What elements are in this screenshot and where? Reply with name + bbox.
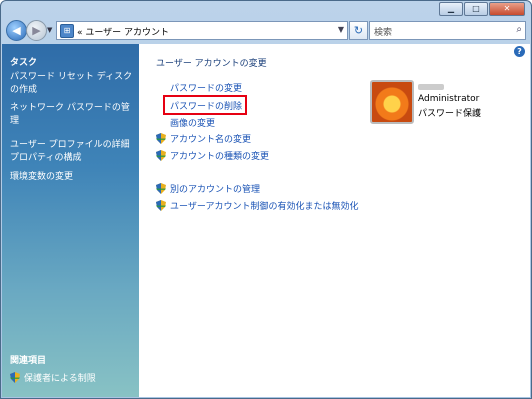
forward-button[interactable]: ▶ xyxy=(26,20,47,41)
sidebar-item-parental-controls[interactable]: 保護者による制限 xyxy=(10,371,96,384)
uac-shield-icon xyxy=(10,372,20,383)
link-manage-other-account[interactable]: 別のアカウントの管理 xyxy=(156,182,260,195)
sidebar-item-network-passwords[interactable]: ネットワーク パスワードの管理 xyxy=(10,102,135,128)
link-change-account-name[interactable]: アカウント名の変更 xyxy=(156,132,251,145)
minimize-button[interactable]: ▁ xyxy=(439,2,463,16)
change-account-name-label: アカウント名の変更 xyxy=(170,135,252,145)
uac-shield-icon xyxy=(156,150,166,161)
address-dropdown-icon[interactable]: ▼ xyxy=(338,25,344,34)
tasks-heading: タスク xyxy=(10,58,38,68)
related-heading: 関連項目 xyxy=(10,356,47,366)
user-account-card: Administrator パスワード保護 xyxy=(370,80,520,130)
maximize-button[interactable]: □ xyxy=(464,2,488,16)
task-sidebar: タスク パスワード リセット ディスクの作成 ネットワーク パスワードの管理 ユ… xyxy=(2,44,139,397)
address-text: « ユーザー アカウント xyxy=(77,28,170,38)
title-bar: ▁ □ ✕ xyxy=(1,1,531,16)
account-status: パスワード保護 xyxy=(418,109,482,119)
back-button[interactable]: ◀ xyxy=(6,20,27,41)
sidebar-item-reset-disk[interactable]: パスワード リセット ディスクの作成 xyxy=(10,71,135,97)
uac-shield-icon xyxy=(156,183,166,194)
uac-shield-icon xyxy=(156,200,166,211)
content-area: タスク パスワード リセット ディスクの作成 ネットワーク パスワードの管理 ユ… xyxy=(2,44,530,397)
link-remove-password[interactable]: パスワードの削除 xyxy=(170,99,242,112)
recent-pages-dropdown-icon[interactable]: ▼ xyxy=(47,26,52,34)
search-input[interactable]: 検索 ⌕ xyxy=(369,21,526,40)
link-change-picture[interactable]: 画像の変更 xyxy=(170,116,215,129)
parental-controls-label: 保護者による制限 xyxy=(24,374,96,384)
search-placeholder: 検索 xyxy=(374,28,393,38)
blurred-username xyxy=(418,84,444,90)
navigation-bar: ◀ ▶ ▼ ⊞ « ユーザー アカウント ▼ ↻ 検索 ⌕ xyxy=(1,18,531,42)
link-toggle-uac[interactable]: ユーザーアカウント制御の有効化または無効化 xyxy=(156,199,358,212)
toggle-uac-label: ユーザーアカウント制御の有効化または無効化 xyxy=(170,202,359,212)
control-panel-icon: ⊞ xyxy=(60,24,74,38)
page-title: ユーザー アカウントの変更 xyxy=(156,59,267,69)
sidebar-item-environment-variables[interactable]: 環境変数の変更 xyxy=(10,171,135,184)
manage-other-account-label: 別のアカウントの管理 xyxy=(170,185,261,195)
link-change-account-type[interactable]: アカウントの種類の変更 xyxy=(156,149,269,162)
sidebar-item-profile-properties[interactable]: ユーザー プロファイルの詳細プロパティの構成 xyxy=(10,139,135,165)
main-pane: ? ユーザー アカウントの変更 パスワードの変更 パスワードの削除 画像の変更 … xyxy=(140,44,530,397)
link-change-password[interactable]: パスワードの変更 xyxy=(170,81,242,94)
change-account-type-label: アカウントの種類の変更 xyxy=(170,152,270,162)
search-icon[interactable]: ⌕ xyxy=(516,24,522,35)
uac-shield-icon xyxy=(156,133,166,144)
account-name: Administrator xyxy=(418,94,480,104)
avatar xyxy=(370,80,414,124)
refresh-button[interactable]: ↻ xyxy=(349,21,368,40)
address-bar[interactable]: ⊞ « ユーザー アカウント ▼ xyxy=(56,21,348,40)
control-panel-window: ▁ □ ✕ ◀ ▶ ▼ ⊞ « ユーザー アカウント ▼ ↻ 検索 ⌕ タスク … xyxy=(0,0,532,399)
close-button[interactable]: ✕ xyxy=(489,2,525,16)
help-icon[interactable]: ? xyxy=(514,46,525,57)
